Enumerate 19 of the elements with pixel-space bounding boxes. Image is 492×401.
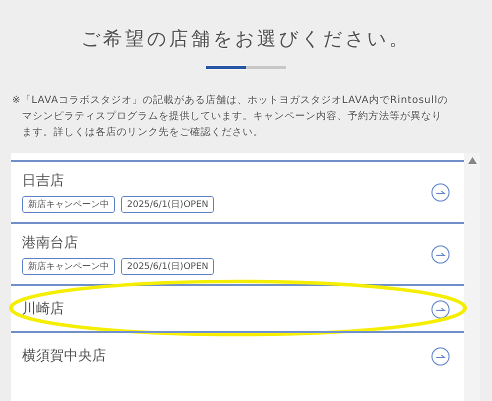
store-row[interactable]: 港南台店 新店キャンペーン中 2025/6/1(日)OPEN [11, 222, 464, 284]
store-row[interactable]: 横須賀中央店 [11, 331, 464, 378]
store-name: 日吉店 [22, 172, 65, 190]
store-tag: 新店キャンペーン中 [22, 258, 115, 275]
arrow-circle-icon[interactable] [431, 183, 450, 202]
store-row[interactable]: 日吉店 新店キャンペーン中 2025/6/1(日)OPEN [11, 160, 464, 222]
arrow-circle-icon[interactable] [431, 300, 450, 318]
page-heading: ご希望の店舗をお選びください。 [81, 27, 411, 52]
store-tag: 2025/6/1(日)OPEN [121, 258, 214, 275]
store-name: 港南台店 [22, 234, 79, 252]
store-tag: 2025/6/1(日)OPEN [121, 196, 214, 213]
store-name: 川崎店 [22, 300, 65, 318]
scrollbar[interactable] [464, 153, 480, 401]
store-name: 横須賀中央店 [22, 347, 107, 365]
scroll-up-icon[interactable] [468, 157, 476, 164]
notice-text: ※「LAVAコラボスタジオ」の記載がある店舗は、ホットヨガスタジオLAVA内でRintosullのマシンピラティスプログラムを提供しています。キャンペーン内容、予約方法等が異なります。詳しくは各店のリンク先をご確認ください。 [12, 94, 450, 140]
store-tag: 新店キャンペーン中 [22, 196, 115, 213]
arrow-circle-icon[interactable] [431, 245, 450, 264]
arrow-circle-icon[interactable] [431, 346, 450, 366]
